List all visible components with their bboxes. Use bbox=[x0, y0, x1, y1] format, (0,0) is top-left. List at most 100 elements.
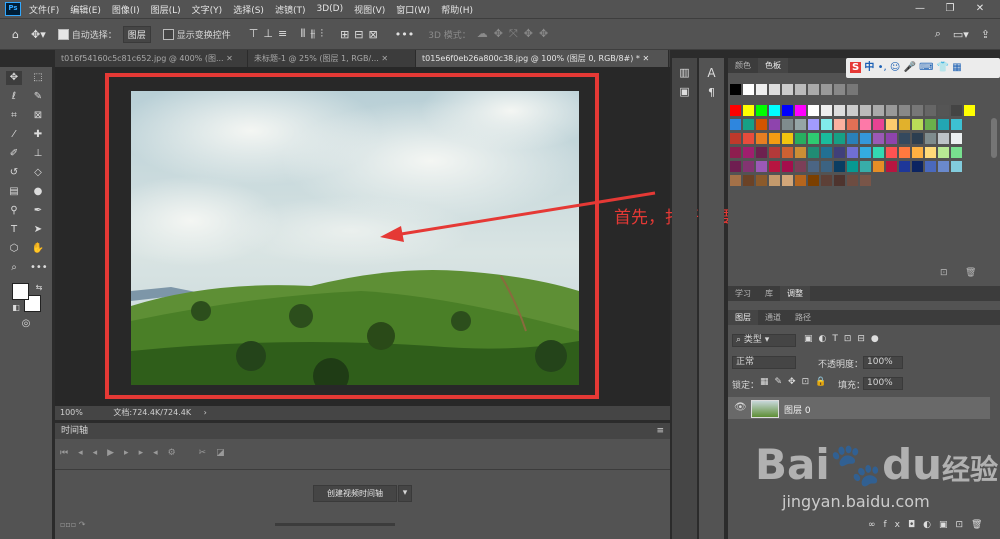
dodge-tool-icon[interactable]: ⚲ bbox=[6, 204, 22, 218]
trash-icon[interactable]: 🗑 bbox=[965, 268, 976, 278]
color-swatch[interactable] bbox=[964, 105, 975, 116]
color-swatch[interactable] bbox=[730, 133, 741, 144]
color-swatch[interactable] bbox=[782, 161, 793, 172]
menu-filter[interactable]: 滤镜(T) bbox=[275, 3, 306, 16]
search-icon[interactable]: ⌕ bbox=[935, 27, 941, 41]
color-swatch[interactable] bbox=[899, 147, 910, 158]
color-swatch[interactable] bbox=[821, 133, 832, 144]
color-swatch[interactable] bbox=[756, 84, 767, 95]
auto-select-dropdown[interactable]: 图层 bbox=[122, 25, 151, 43]
color-swatch[interactable] bbox=[834, 175, 845, 186]
tab-document-2[interactable]: 未标题-1 @ 25% (图层 1, RGB/... ✕ bbox=[248, 50, 416, 67]
eraser-tool-icon[interactable]: ◇ bbox=[30, 166, 46, 180]
gradient-tool-icon[interactable]: ▤ bbox=[6, 185, 22, 199]
auto-select-checkbox[interactable] bbox=[57, 28, 69, 40]
color-swatch[interactable] bbox=[899, 133, 910, 144]
color-swatch[interactable] bbox=[938, 133, 949, 144]
color-swatch[interactable] bbox=[782, 133, 793, 144]
crop-tool-icon[interactable]: ⌗ bbox=[6, 109, 22, 123]
tab-adjustments[interactable]: 调整 bbox=[780, 286, 810, 301]
menu-help[interactable]: 帮助(H) bbox=[441, 3, 473, 16]
quick-select-tool-icon[interactable]: ✎ bbox=[30, 90, 46, 104]
workspace-icon[interactable]: ▭▾ bbox=[953, 28, 969, 41]
color-swatch[interactable] bbox=[821, 147, 832, 158]
path-select-tool-icon[interactable]: ➤ bbox=[30, 223, 46, 237]
blur-tool-icon[interactable]: ● bbox=[30, 185, 46, 199]
color-swatch[interactable] bbox=[756, 133, 767, 144]
tab-libraries[interactable]: 库 bbox=[758, 286, 780, 301]
create-video-timeline-button[interactable]: 创建视频时间轴 bbox=[313, 485, 397, 502]
3d-mode-icons[interactable]: ☁✥⤧✥✥ bbox=[477, 27, 554, 41]
color-swatch[interactable] bbox=[795, 105, 806, 116]
timeline-dropdown[interactable]: ▾ bbox=[398, 485, 412, 502]
color-swatch[interactable] bbox=[782, 147, 793, 158]
ime-toolbar[interactable]: S 中 •, ☺ 🎤 ⌨ 👕 ▦ bbox=[846, 58, 1000, 78]
color-swatch[interactable] bbox=[860, 133, 871, 144]
color-swatch[interactable] bbox=[730, 119, 741, 130]
distribute-icons[interactable]: ⊞⊟⊠ bbox=[340, 28, 383, 41]
color-swatch[interactable] bbox=[847, 175, 858, 186]
color-swatch[interactable] bbox=[951, 119, 962, 130]
color-swatch[interactable] bbox=[938, 119, 949, 130]
color-swatch[interactable] bbox=[912, 147, 923, 158]
close-tab-icon[interactable]: ✕ bbox=[226, 54, 233, 63]
color-swatch[interactable] bbox=[847, 105, 858, 116]
menu-edit[interactable]: 编辑(E) bbox=[70, 3, 101, 16]
color-swatch[interactable] bbox=[808, 84, 819, 95]
color-swatch[interactable] bbox=[795, 84, 806, 95]
frame-tool-icon[interactable]: ⊠ bbox=[30, 109, 46, 123]
color-swatch[interactable] bbox=[886, 105, 897, 116]
color-swatch[interactable] bbox=[743, 161, 754, 172]
move-tool-icon[interactable]: ✥▾ bbox=[31, 28, 46, 41]
close-button[interactable]: ✕ bbox=[965, 0, 995, 18]
color-swatch[interactable] bbox=[873, 105, 884, 116]
color-swatch[interactable] bbox=[951, 147, 962, 158]
color-swatch[interactable] bbox=[743, 119, 754, 130]
color-swatch[interactable] bbox=[886, 119, 897, 130]
panel-menu-icon[interactable]: ≡ bbox=[656, 423, 664, 439]
marquee-tool-icon[interactable]: ⬚ bbox=[30, 71, 46, 85]
paragraph-icon[interactable]: ¶ bbox=[699, 86, 724, 99]
tab-paths[interactable]: 路径 bbox=[788, 310, 818, 325]
color-swatch[interactable] bbox=[912, 161, 923, 172]
color-swatch[interactable] bbox=[847, 84, 858, 95]
color-swatch[interactable] bbox=[951, 105, 962, 116]
color-swatch[interactable] bbox=[769, 147, 780, 158]
tab-learn[interactable]: 学习 bbox=[728, 286, 758, 301]
color-swatch[interactable] bbox=[860, 147, 871, 158]
new-swatch-icon[interactable]: ⊡ bbox=[940, 268, 948, 278]
minimize-button[interactable]: — bbox=[905, 0, 935, 18]
color-swatch[interactable] bbox=[769, 119, 780, 130]
color-swatch[interactable] bbox=[834, 105, 845, 116]
foreground-color-swatch[interactable] bbox=[12, 283, 29, 300]
lock-icons[interactable]: ▦✎✥⊡🔒 bbox=[760, 377, 832, 387]
color-swatch[interactable] bbox=[899, 119, 910, 130]
color-swatch[interactable] bbox=[834, 84, 845, 95]
color-swatch[interactable] bbox=[847, 161, 858, 172]
color-swatch[interactable] bbox=[808, 175, 819, 186]
menu-view[interactable]: 视图(V) bbox=[354, 3, 385, 16]
color-swatch[interactable] bbox=[821, 105, 832, 116]
share-icon[interactable]: ⇪ bbox=[981, 28, 990, 41]
align-icons[interactable]: ⊤⊥≡ ⫴⫵⫶ bbox=[249, 27, 328, 41]
color-swatch[interactable] bbox=[808, 105, 819, 116]
home-icon[interactable]: ⌂ bbox=[12, 28, 19, 41]
color-swatch[interactable] bbox=[873, 147, 884, 158]
color-swatch[interactable] bbox=[756, 161, 767, 172]
color-swatch[interactable] bbox=[795, 119, 806, 130]
close-tab-icon[interactable]: ✕ bbox=[381, 54, 388, 63]
color-swatch[interactable] bbox=[769, 105, 780, 116]
layer-row[interactable]: 👁 图层 0 bbox=[728, 397, 990, 419]
color-swatch[interactable] bbox=[834, 147, 845, 158]
color-swatch[interactable] bbox=[756, 105, 767, 116]
blend-mode-dropdown[interactable]: 正常 bbox=[732, 356, 796, 369]
color-swatch[interactable] bbox=[730, 105, 741, 116]
color-swatch[interactable] bbox=[769, 133, 780, 144]
color-swatch[interactable] bbox=[925, 133, 936, 144]
tab-color[interactable]: 颜色 bbox=[728, 58, 758, 73]
color-swatch[interactable] bbox=[821, 175, 832, 186]
quick-mask-icon[interactable]: ◎ bbox=[18, 317, 34, 331]
color-swatch[interactable] bbox=[808, 147, 819, 158]
color-swatch[interactable] bbox=[769, 161, 780, 172]
color-swatch[interactable] bbox=[782, 119, 793, 130]
